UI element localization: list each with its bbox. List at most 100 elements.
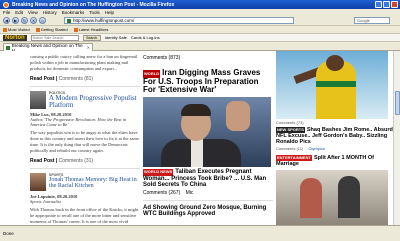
comments-link[interactable]: Comments (267) (143, 190, 180, 196)
navigation-toolbar: ◀ ▶ ↻ ✕ ⌂ http://www.huffingtonpost.com/… (0, 16, 400, 26)
menu-tools[interactable]: Tools (89, 10, 100, 15)
story-photo-couple[interactable] (276, 170, 388, 225)
comments-link[interactable]: Comments (873) (143, 55, 180, 61)
tab-strip: Breaking News and Opinion on The H... ✕ (0, 42, 400, 53)
menu-file[interactable]: File (3, 10, 10, 15)
section-link[interactable]: Olympics (308, 146, 324, 151)
top-comments: Comments (873) (143, 51, 273, 69)
sports-column: Comments (73) NEW SPORTS Shaq Bashes Jim … (276, 51, 393, 225)
photo-head (326, 55, 344, 71)
status-bar: Done (0, 225, 400, 241)
identity-safe-button[interactable]: Identity Safe (105, 35, 127, 40)
address-bar[interactable]: http://www.huffingtonpost.com/ (64, 17, 294, 24)
story-iran[interactable]: WORLD Iran Digging Mass Graves For U.S. T… (143, 69, 273, 94)
story-photo-sprinter[interactable] (276, 51, 388, 119)
norton-search-input[interactable]: Norton Safe Search (30, 34, 79, 41)
section-link[interactable]: Mic (186, 190, 194, 196)
story-sports[interactable]: NEW SPORTS Shaq Bashes Jim Rome.. Absurd … (276, 127, 393, 145)
menu-history[interactable]: History (43, 10, 57, 15)
tab-close-icon[interactable]: ✕ (87, 45, 90, 50)
forward-icon[interactable]: ▶ (12, 17, 19, 24)
author-byline: Joe Lapointe, 08.20.2010 Sports Journali… (30, 194, 140, 204)
site-favicon-icon (67, 18, 71, 23)
menu-bar: File Edit View History Bookmarks Tools H… (0, 9, 400, 16)
read-post-link[interactable]: Read Post (30, 158, 54, 164)
page-content: causing a public outcry calling anew for… (0, 51, 393, 225)
scrollbar-thumb[interactable] (395, 91, 400, 115)
tab-huffington-post[interactable]: Breaking News and Opinion on The H... ✕ (3, 43, 93, 53)
back-icon[interactable]: ◀ (3, 17, 10, 24)
author-byline: Mike Lux, 08.20.2010 Author, 'The Progre… (30, 112, 140, 127)
stop-icon[interactable]: ✕ (30, 17, 37, 24)
photo-shirt (191, 139, 203, 167)
comments-link[interactable]: Comments (31) (59, 158, 93, 164)
menu-view[interactable]: View (28, 10, 38, 15)
blog-entry-sports: SPORTS Jonah Thomas Memory: Big Heat in … (30, 173, 140, 191)
divider (30, 168, 140, 169)
reload-icon[interactable]: ↻ (21, 17, 28, 24)
divider (143, 199, 273, 201)
photo-person-right (338, 176, 360, 218)
news-column: Comments (873) WORLD Iran Digging Mass Gr… (143, 51, 273, 225)
read-post-1: Read Post | Comments (81) (30, 76, 94, 82)
comments-link[interactable]: Comments (11) (276, 146, 303, 151)
blog-column: causing a public outcry calling anew for… (0, 51, 140, 225)
window-titlebar: Breaking News and Opinion on The Huffing… (0, 0, 400, 9)
bookmark-icon (35, 27, 40, 32)
author-photo[interactable] (30, 91, 46, 109)
window-controls (375, 1, 398, 8)
story-world-news[interactable]: WORLD NEWS Taliban Executes Pregnant Woma… (143, 169, 273, 189)
address-text: http://www.huffingtonpost.com/ (73, 18, 135, 23)
page-scrollbar[interactable] (393, 51, 400, 225)
rss-icon (73, 27, 78, 32)
read-post-link[interactable]: Read Post (30, 76, 54, 82)
menu-bookmarks[interactable]: Bookmarks (62, 10, 85, 15)
menu-edit[interactable]: Edit (15, 10, 23, 15)
story-meta: Comments (11) Olympics (276, 146, 393, 151)
minimize-button[interactable] (375, 1, 382, 8)
photo-hand (226, 101, 250, 131)
bookmark-label: Latest Headlines (78, 27, 109, 32)
story-meta: Comments (267) Mic (143, 190, 273, 196)
intro-text: causing a public outcry calling anew for… (30, 54, 138, 71)
close-button[interactable] (391, 1, 398, 8)
blog-headline[interactable]: Jonah Thomas Memory: Big Heat in the Rac… (49, 177, 140, 189)
divider (30, 86, 140, 87)
story-entertainment[interactable]: ENTERTAINMENT Split After 1 MONTH Of Marr… (276, 155, 393, 167)
tab-favicon-icon (6, 45, 10, 50)
window-title: Breaking News and Opinion on The Huffing… (12, 1, 175, 8)
norton-search-button[interactable]: Search (82, 34, 101, 41)
author-role: Sports Journalist (30, 199, 61, 204)
story-ground-zero[interactable]: Ad Showing Ground Zero Mosque, Burning W… (143, 205, 273, 218)
bookmark-getting-started[interactable]: Getting Started (35, 27, 68, 32)
photo-person-left (300, 178, 322, 218)
blog-headline[interactable]: A Modern Progressive Populist Platform (49, 95, 140, 109)
cards-logins-button[interactable]: Cards & Log-ins (131, 35, 160, 40)
photo-stripe (316, 81, 356, 87)
norton-search-placeholder: Norton Safe Search (32, 35, 64, 40)
comments-link[interactable]: Comments (73) (276, 120, 304, 125)
web-search-placeholder: Google (357, 18, 370, 23)
story-headline: Iran Digging Mass Graves For U.S. Troops… (143, 68, 261, 94)
bookmark-label: Most Visited (8, 27, 30, 32)
comments-link[interactable]: Comments (81) (59, 76, 93, 82)
norton-toolbar: Norton Norton Safe Search Search Identit… (0, 34, 400, 42)
maximize-button[interactable] (383, 1, 390, 8)
firefox-icon (3, 1, 9, 8)
bookmark-label: Getting Started (40, 27, 68, 32)
web-search-input[interactable]: Google (354, 17, 390, 24)
home-icon[interactable]: ⌂ (39, 17, 46, 24)
read-post-2: Read Post | Comments (31) (30, 158, 94, 164)
menu-help[interactable]: Help (105, 10, 114, 15)
top-comments: Comments (73) (276, 120, 393, 125)
author-photo[interactable] (30, 173, 46, 191)
bookmark-latest-headlines[interactable]: Latest Headlines (73, 27, 109, 32)
bookmark-most-visited[interactable]: Most Visited (3, 27, 30, 32)
bookmarks-toolbar: Most Visited Getting Started Latest Head… (0, 26, 400, 34)
blog-excerpt: With Thomas back in the front office of … (30, 207, 139, 224)
bookmark-icon (3, 27, 7, 32)
blog-entry-politics: POLITICS A Modern Progressive Populist P… (30, 91, 140, 109)
status-text: Done (3, 231, 14, 236)
photo-hair (181, 104, 211, 116)
story-photo-ahmadinejad[interactable] (143, 97, 271, 167)
